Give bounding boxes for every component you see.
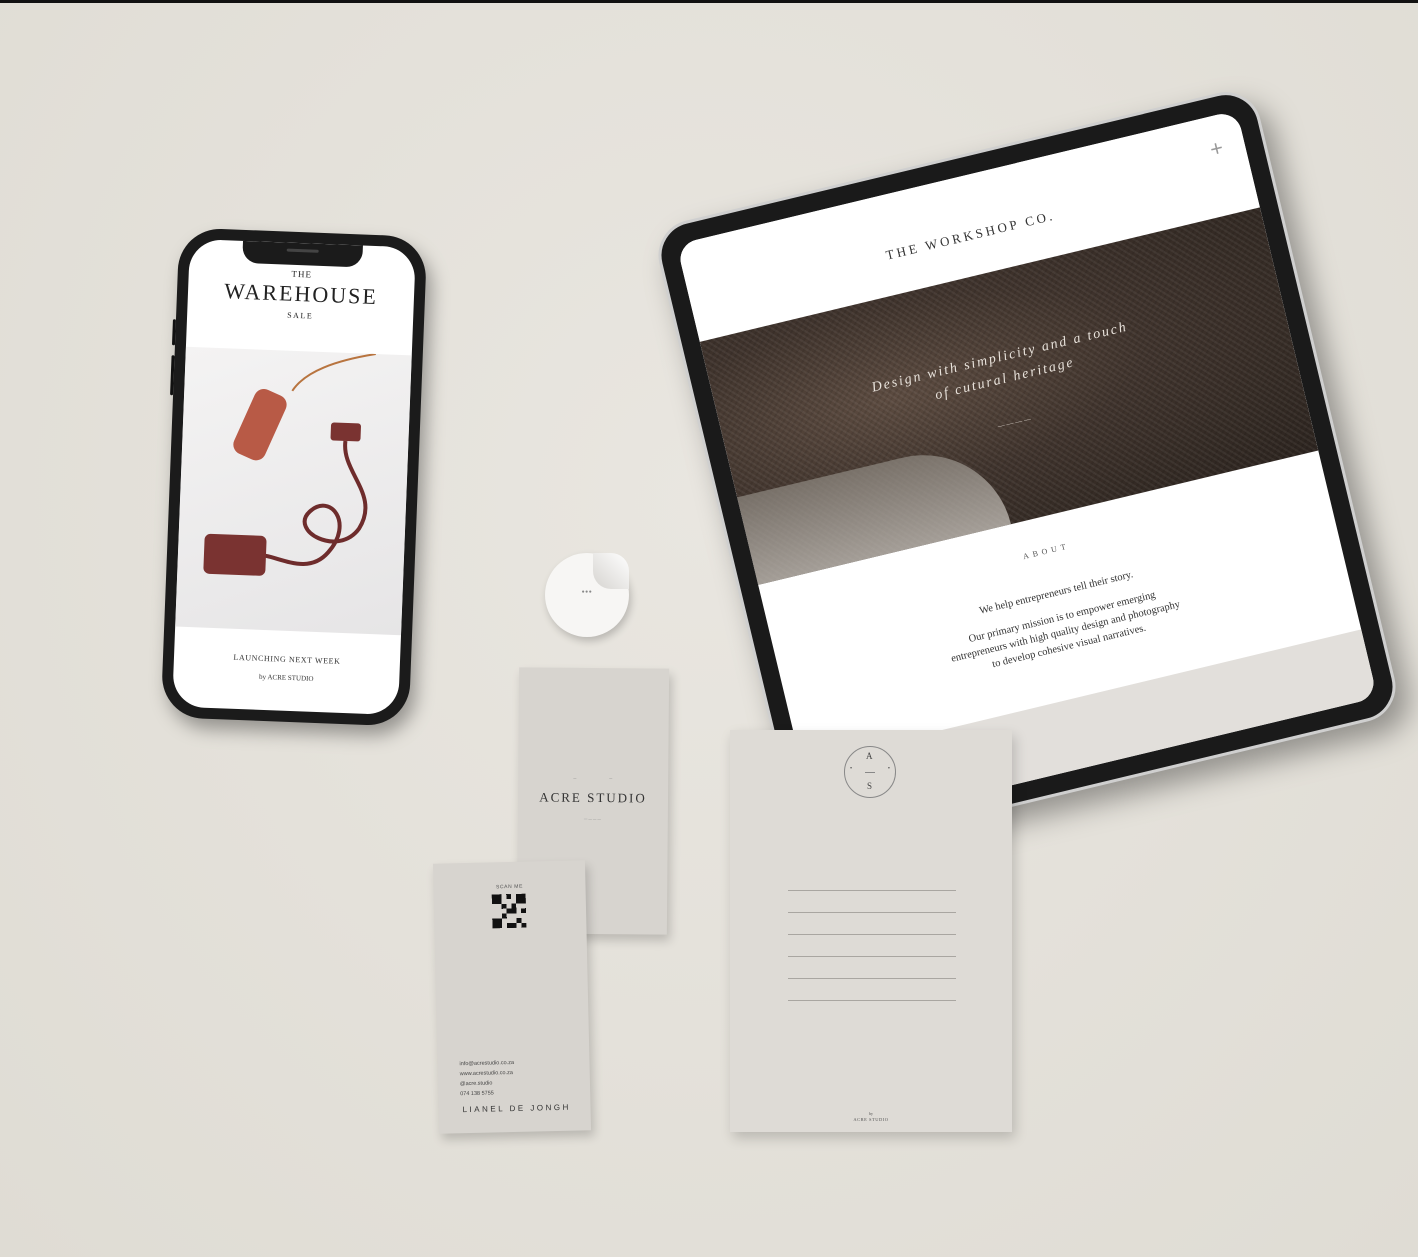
phone-mockup: THE WAREHOUSE SALE LAUNCHING NEXT WEEK b… (160, 227, 428, 727)
top-border (0, 0, 1418, 3)
contact-info: info@acrestudio.co.za www.acrestudio.co.… (459, 1058, 514, 1099)
phone-notch (242, 240, 363, 268)
pendant-lamp-photo (175, 346, 412, 636)
contact-website: www.acrestudio.co.za (459, 1069, 513, 1078)
tablet-screen: THE WORKSHOP CO. + Design with simplicit… (676, 110, 1378, 832)
phone-by-text: by ACRE STUDIO (258, 672, 314, 683)
contact-phone: 074 138 5755 (460, 1090, 494, 1098)
phone-screen: THE WAREHOUSE SALE LAUNCHING NEXT WEEK b… (172, 238, 416, 716)
monogram-top: A (866, 751, 873, 761)
phone-volume-button (170, 355, 175, 396)
phone-volume-button (171, 319, 176, 346)
sticker-curl (593, 553, 629, 589)
qr-code-icon (491, 893, 527, 929)
monogram-bar (865, 772, 875, 773)
monogram-bottom: S (867, 781, 873, 791)
letter-footer: by ACRE STUDIO (730, 1111, 1012, 1122)
sticker-logo-icon: ●●● (581, 589, 593, 595)
monogram-icon: A • • S (844, 746, 896, 798)
phone-header: THE WAREHOUSE SALE (187, 265, 415, 325)
monogram-left-mark: • (850, 766, 853, 772)
round-sticker: ●●● (545, 553, 629, 637)
letter-brand: ACRE STUDIO (853, 1117, 889, 1122)
letter-by: by (869, 1111, 873, 1116)
card-front-brand: ACRE STUDIO (539, 789, 647, 806)
scan-me-label: SCAN ME (495, 883, 524, 891)
phone-footer: LAUNCHING NEXT WEEK by ACRE STUDIO (173, 651, 400, 687)
letterhead: A • • S by ACRE STUDIO (730, 730, 1012, 1132)
menu-plus-icon[interactable]: + (1207, 135, 1226, 163)
phone-launch-text: LAUNCHING NEXT WEEK (233, 652, 341, 666)
card-front-subline: ———— (583, 816, 602, 822)
card-front-small-marks: — — (573, 775, 614, 781)
card-owner-name: LIANEL DE JONGH (462, 1102, 571, 1115)
business-card-back: SCAN ME info@acrestudio.co.za www.acrest… (432, 860, 592, 1134)
pendant-lamp-illustration (203, 353, 376, 576)
letter-lines (788, 890, 956, 1022)
monogram-right-mark: • (887, 766, 890, 772)
